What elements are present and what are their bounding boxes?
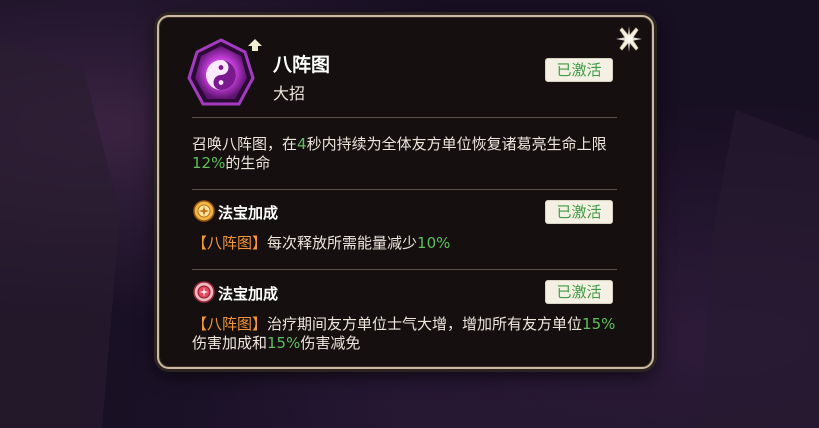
yin-yang-icon — [187, 38, 255, 106]
desc-text: 的生命 — [225, 154, 271, 172]
bonus-tag: 【八阵图】 — [192, 315, 268, 333]
bonus-status-badge: 已激活 — [545, 200, 613, 224]
close-button[interactable] — [616, 26, 642, 52]
desc-text: 召唤八阵图，在 — [192, 135, 298, 153]
bonus-text: 伤害减免 — [300, 334, 361, 352]
bonus-title: 法宝加成 — [218, 285, 279, 303]
upgrade-arrow-icon — [248, 36, 262, 51]
background-rock-right — [700, 110, 819, 428]
desc-text: 秒内持续为全体友方单位恢复诸葛亮生命上限 — [306, 135, 607, 153]
close-icon — [616, 26, 642, 52]
skill-icon[interactable] — [187, 38, 255, 110]
bonus-description: 【八阵图】治疗期间友方单位士气大增，增加所有友方单位15%伤害加成和15%伤害减… — [192, 315, 622, 353]
bonus-value: 10% — [417, 234, 451, 252]
skill-description: 召唤八阵图，在4秒内持续为全体友方单位恢复诸葛亮生命上限 12%的生命 — [192, 135, 622, 173]
bonus-text: 治疗期间友方单位士气大增，增加所有友方单位 — [267, 315, 583, 333]
bonus-text: 每次释放所需能量减少 — [267, 234, 418, 252]
gold-treasure-icon — [193, 200, 215, 222]
divider — [192, 189, 617, 190]
background-rock-left — [0, 40, 120, 428]
divider — [192, 117, 617, 118]
bonus-status-badge: 已激活 — [545, 280, 613, 304]
bonus-value: 15% — [582, 315, 616, 333]
red-treasure-icon — [193, 281, 215, 303]
bonus-tag: 【八阵图】 — [192, 234, 268, 252]
skill-name: 八阵图 — [273, 54, 331, 76]
skill-status-badge: 已激活 — [545, 58, 613, 82]
desc-duration-value: 4 — [297, 135, 307, 153]
bonus-description: 【八阵图】每次释放所需能量减少10% — [192, 234, 622, 253]
divider — [192, 269, 617, 270]
bonus-title: 法宝加成 — [218, 204, 279, 222]
skill-type: 大招 — [273, 84, 306, 103]
desc-heal-value: 12% — [192, 154, 226, 172]
bonus-text: 伤害加成和 — [192, 334, 268, 352]
bonus-value: 15% — [267, 334, 301, 352]
